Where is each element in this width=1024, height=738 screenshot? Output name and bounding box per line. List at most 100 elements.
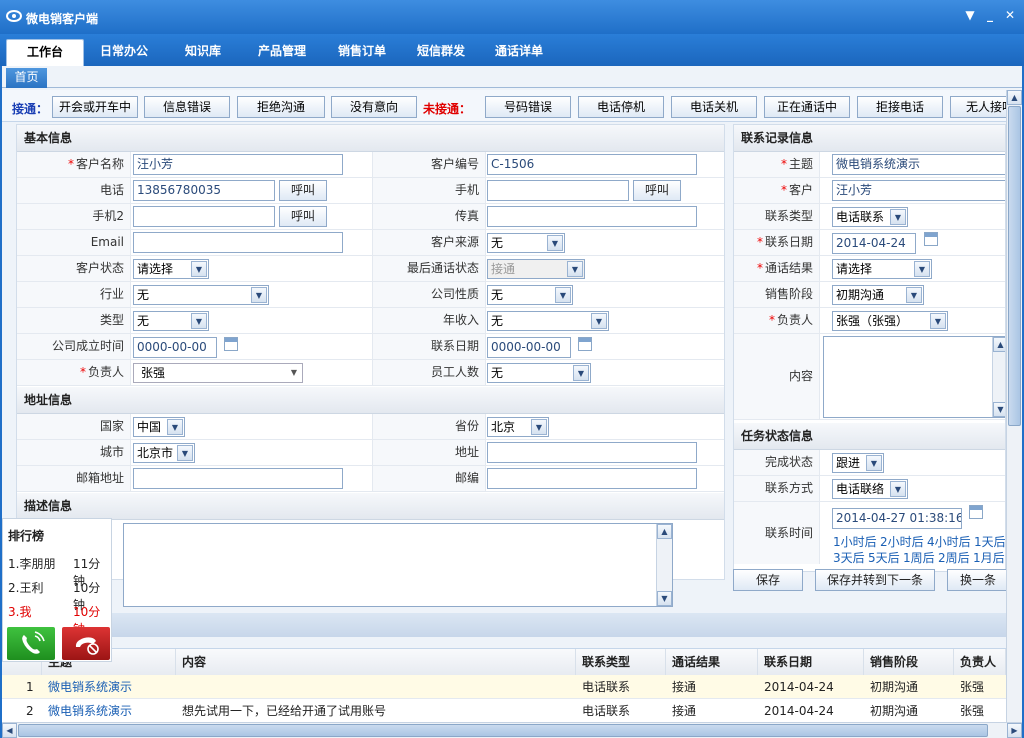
hangup-call-button[interactable] (62, 627, 110, 660)
done-status-select[interactable]: 跟进 ▼ (832, 453, 884, 473)
email-input[interactable] (133, 232, 343, 253)
table-row[interactable]: 2 微电销系统演示 想先试用一下，已经给开通了试用账号 电话联系 接通 2014… (2, 699, 1006, 723)
status-button-refuse[interactable]: 拒绝沟通 (237, 96, 325, 118)
content-textarea[interactable]: ▲ ▼ (823, 336, 1005, 418)
source-select[interactable]: 无 ▼ (487, 233, 565, 253)
grid-header-content[interactable]: 内容 (176, 649, 576, 675)
grid-header-type[interactable]: 联系类型 (576, 649, 666, 675)
city-select[interactable]: 北京市 ▼ (133, 443, 195, 463)
mobile2-input[interactable] (133, 206, 275, 227)
status-button-no-answer[interactable]: 无人接听 (950, 96, 1006, 118)
main-horizontal-scrollbar[interactable]: ◀ ▶ (2, 722, 1022, 738)
row-subject-link[interactable]: 微电销系统演示 (42, 699, 132, 723)
status-button-wrong-number[interactable]: 号码错误 (485, 96, 571, 118)
minimize-icon[interactable]: _ (982, 7, 998, 23)
revenue-select[interactable]: 无 ▼ (487, 311, 609, 331)
record-owner-select[interactable]: 张强（张强） ▼ (832, 311, 948, 331)
nav-tab-workbench[interactable]: 工作台 (6, 39, 84, 66)
scroll-thumb[interactable] (18, 724, 988, 737)
tab-home[interactable]: 首页 (6, 68, 47, 88)
status-button-no-intent[interactable]: 没有意向 (331, 96, 417, 118)
quick-1m-link[interactable]: 1月后 (973, 549, 1005, 566)
nav-tab-call-records[interactable]: 通话详单 (483, 39, 555, 66)
founded-date-input[interactable]: 0000-00-00 (133, 337, 217, 358)
grid-header-date[interactable]: 联系日期 (758, 649, 864, 675)
employees-select[interactable]: 无 ▼ (487, 363, 591, 383)
scroll-up-icon[interactable]: ▲ (657, 524, 672, 539)
call-mobile-button[interactable]: 呼叫 (633, 180, 681, 201)
quick-1w-link[interactable]: 1周后 (903, 549, 935, 566)
quick-1h-link[interactable]: 1小时后 (833, 533, 877, 550)
menu-dropdown-icon[interactable]: ▼ (962, 7, 978, 23)
quick-2w-link[interactable]: 2周后 (938, 549, 970, 566)
mail-address-input[interactable] (133, 468, 343, 489)
calendar-icon[interactable] (969, 505, 983, 519)
nav-tab-sms[interactable]: 短信群发 (405, 39, 477, 66)
contact-type-select[interactable]: 电话联系 ▼ (832, 207, 908, 227)
calendar-icon[interactable] (224, 337, 238, 351)
status-button-info-error[interactable]: 信息错误 (144, 96, 230, 118)
status-button-rejected[interactable]: 拒接电话 (857, 96, 943, 118)
nav-tab-daily-office[interactable]: 日常办公 (88, 39, 160, 66)
company-type-select[interactable]: 无 ▼ (487, 285, 573, 305)
owner-select[interactable]: 张强 ▼ (133, 363, 303, 383)
customer-name-input[interactable]: 汪小芳 (133, 154, 343, 175)
quick-3d-link[interactable]: 3天后 (833, 549, 865, 566)
quick-1d-link[interactable]: 1天后 (974, 533, 1005, 550)
customer-status-select[interactable]: 请选择 ▼ (133, 259, 209, 279)
scroll-up-icon[interactable]: ▲ (993, 337, 1005, 352)
table-row[interactable]: 1 微电销系统演示 电话联系 接通 2014-04-24 初期沟通 张强 (2, 675, 1006, 699)
scroll-right-icon[interactable]: ▶ (1007, 723, 1022, 738)
type-select[interactable]: 无 ▼ (133, 311, 209, 331)
grid-header-stage[interactable]: 销售阶段 (864, 649, 954, 675)
quick-2h-link[interactable]: 2小时后 (880, 533, 924, 550)
sales-stage-select[interactable]: 初期沟通 ▼ (832, 285, 924, 305)
record-date-input[interactable]: 2014-04-24 (832, 233, 916, 254)
customer-input[interactable]: 汪小芳 (832, 180, 1005, 201)
nav-tab-knowledge[interactable]: 知识库 (170, 39, 236, 66)
scroll-down-icon[interactable]: ▼ (993, 402, 1005, 417)
scroll-left-icon[interactable]: ◀ (2, 723, 17, 738)
customer-no-input[interactable]: C-1506 (487, 154, 697, 175)
quick-4h-link[interactable]: 4小时后 (927, 533, 971, 550)
calendar-icon[interactable] (924, 232, 938, 246)
status-button-meeting[interactable]: 开会或开车中 (52, 96, 138, 118)
contact-date-input[interactable]: 0000-00-00 (487, 337, 571, 358)
status-button-powered-off[interactable]: 电话关机 (671, 96, 757, 118)
save-button[interactable]: 保存 (733, 569, 803, 591)
call-mobile2-button[interactable]: 呼叫 (279, 206, 327, 227)
subject-input[interactable]: 微电销系统演示 (832, 154, 1005, 175)
status-button-busy[interactable]: 正在通话中 (764, 96, 850, 118)
grid-header-owner[interactable]: 负责人 (954, 649, 1006, 675)
mobile-input[interactable] (487, 180, 629, 201)
call-phone-button[interactable]: 呼叫 (279, 180, 327, 201)
call-result-select[interactable]: 请选择 ▼ (832, 259, 932, 279)
close-icon[interactable]: ✕ (1002, 7, 1018, 23)
content-scrollbar[interactable]: ▲ ▼ (992, 337, 1005, 417)
contact-method-select[interactable]: 电话联络 ▼ (832, 479, 908, 499)
main-vertical-scrollbar[interactable]: ▲ (1006, 90, 1022, 722)
row-subject-link[interactable]: 微电销系统演示 (42, 675, 132, 699)
description-textarea[interactable]: ▲ ▼ (123, 523, 673, 607)
scroll-down-icon[interactable]: ▼ (657, 591, 672, 606)
province-select[interactable]: 北京 ▼ (487, 417, 549, 437)
description-scrollbar[interactable]: ▲ ▼ (656, 524, 672, 606)
nav-tab-products[interactable]: 产品管理 (246, 39, 318, 66)
quick-5d-link[interactable]: 5天后 (868, 549, 900, 566)
fax-input[interactable] (487, 206, 697, 227)
country-select[interactable]: 中国 ▼ (133, 417, 185, 437)
zip-input[interactable] (487, 468, 697, 489)
contact-time-input[interactable]: 2014-04-27 01:38:16 (832, 508, 962, 529)
scroll-thumb[interactable] (1008, 106, 1021, 426)
grid-header-result[interactable]: 通话结果 (666, 649, 758, 675)
answer-call-button[interactable] (7, 627, 55, 660)
nav-tab-orders[interactable]: 销售订单 (326, 39, 398, 66)
status-button-suspended[interactable]: 电话停机 (578, 96, 664, 118)
calendar-icon[interactable] (578, 337, 592, 351)
industry-select[interactable]: 无 ▼ (133, 285, 269, 305)
phone-input[interactable]: 13856780035 (133, 180, 275, 201)
save-next-button[interactable]: 保存并转到下一条 (815, 569, 935, 591)
scroll-up-icon[interactable]: ▲ (1007, 90, 1022, 105)
address-input[interactable] (487, 442, 697, 463)
swap-button[interactable]: 换一条 (947, 569, 1009, 591)
